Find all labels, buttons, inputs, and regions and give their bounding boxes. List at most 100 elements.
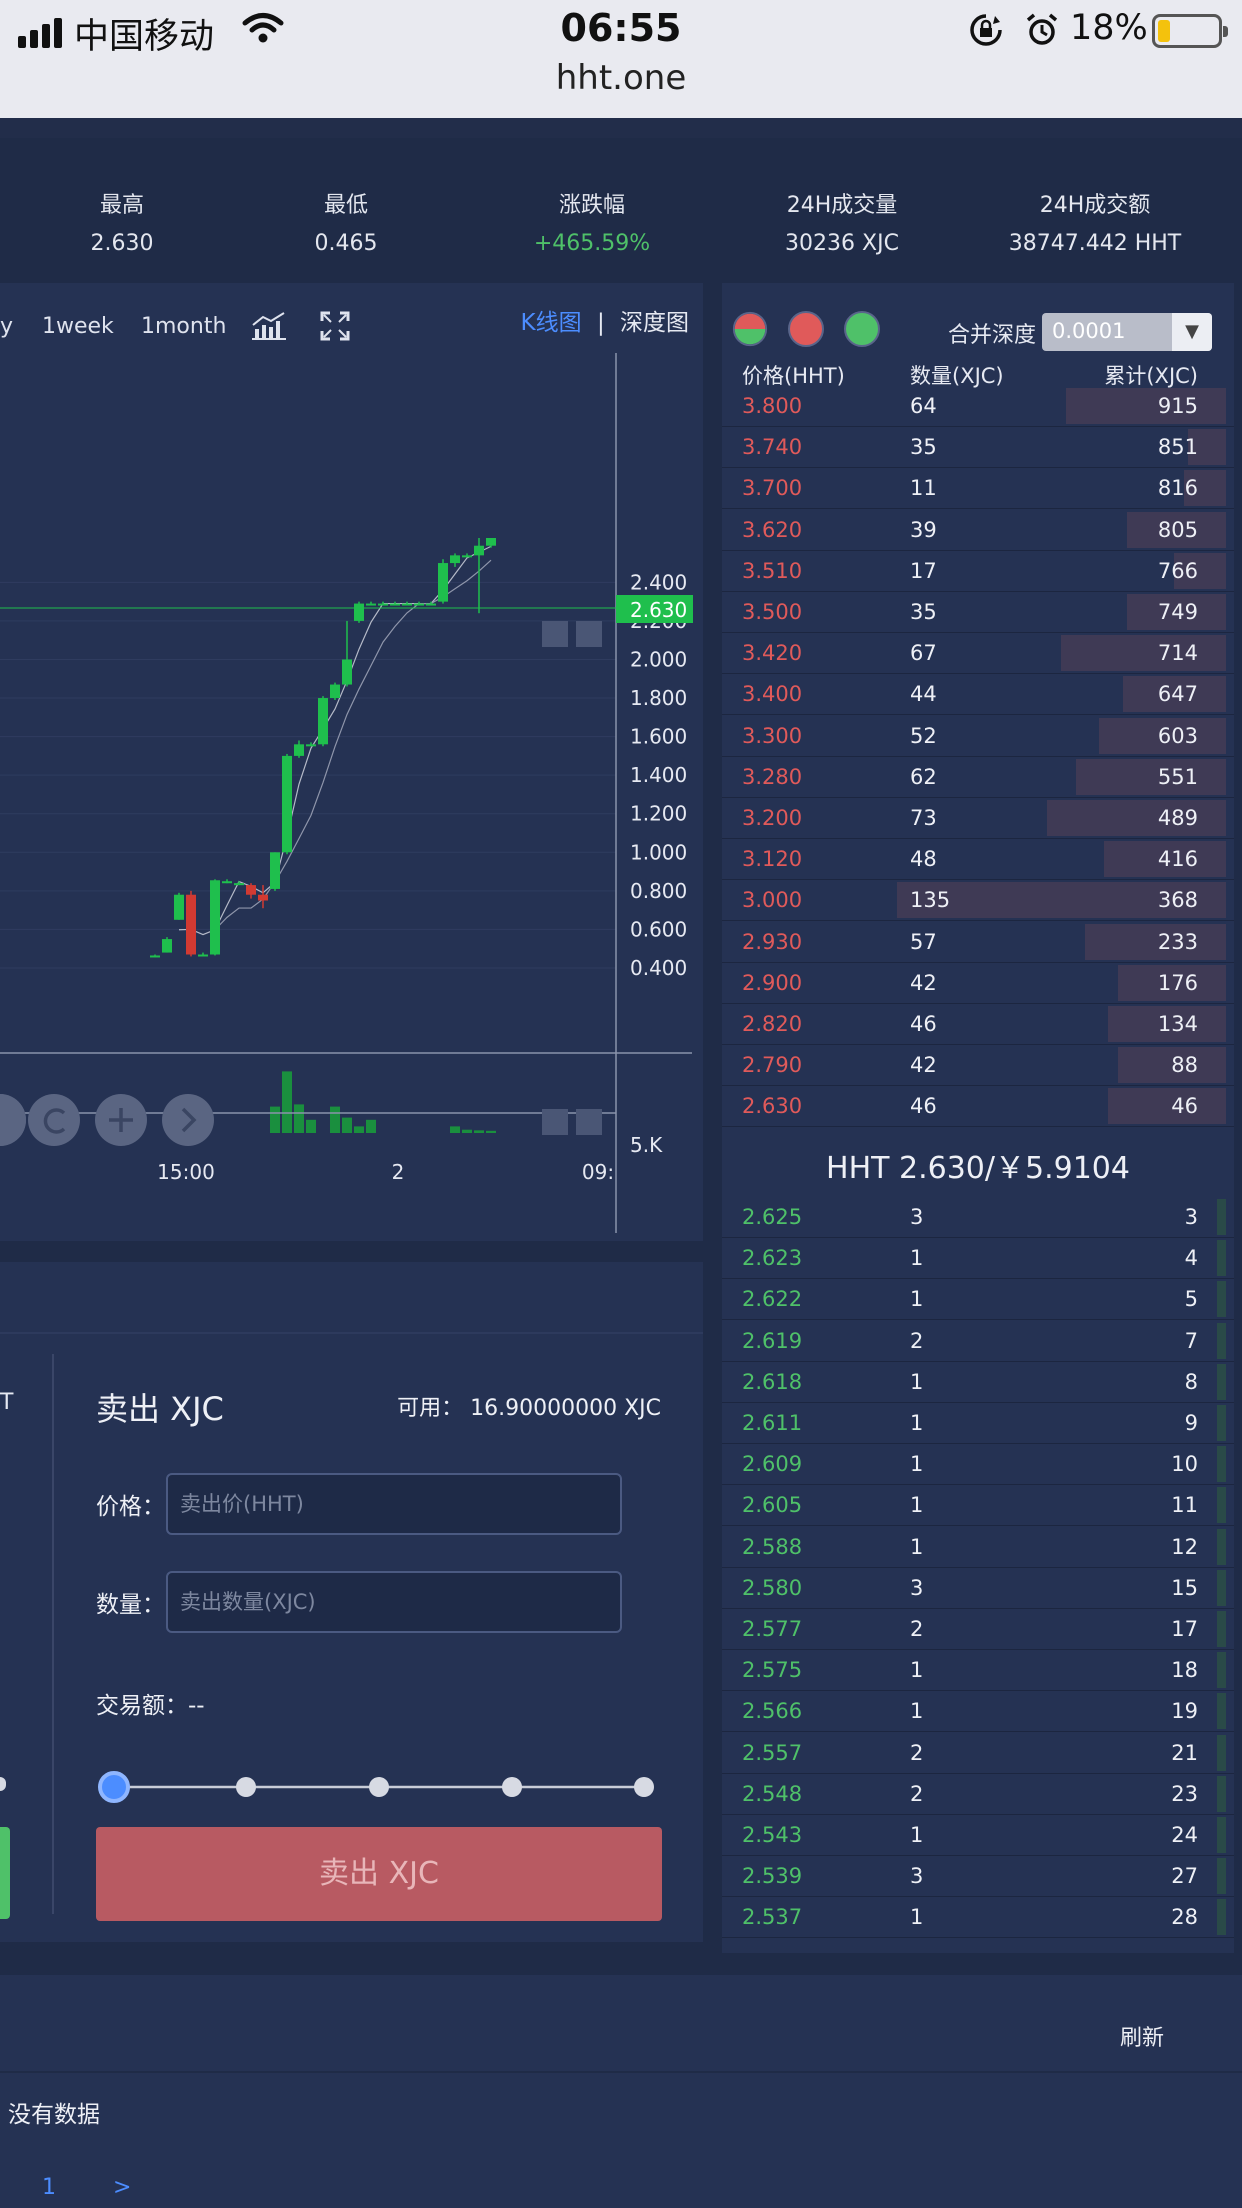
bid-row[interactable]: 2.618 1 8 — [722, 1362, 1234, 1403]
candle-body — [318, 698, 328, 745]
marker-down-icon[interactable] — [542, 621, 568, 647]
header-band — [0, 118, 1242, 138]
bid-total: 28 — [1171, 1905, 1198, 1930]
bid-row[interactable]: 2.619 2 7 — [722, 1321, 1234, 1362]
ask-amount: 62 — [910, 764, 937, 789]
page-1[interactable]: 1 — [42, 2175, 56, 2200]
bid-row[interactable]: 2.539 3 27 — [722, 1856, 1234, 1898]
bid-depth-bar — [1217, 1199, 1226, 1235]
bid-amount: 1 — [910, 1369, 924, 1394]
bid-row[interactable]: 2.588 1 12 — [722, 1527, 1234, 1568]
ask-row[interactable]: 3.400 44 647 — [722, 674, 1234, 716]
tab-kline[interactable]: K线图 — [521, 310, 582, 336]
amount-slider[interactable] — [92, 1767, 664, 1807]
period-day[interactable]: y — [0, 314, 13, 339]
bid-depth-bar — [1217, 1405, 1226, 1441]
bid-price: 2.575 — [742, 1658, 803, 1683]
bid-amount: 3 — [910, 1205, 924, 1229]
ask-row[interactable]: 3.800 64 915 — [722, 386, 1234, 427]
slider-stop-50 — [369, 1777, 389, 1797]
sell-quantity-input[interactable] — [166, 1571, 622, 1633]
ask-row[interactable]: 2.790 42 88 — [722, 1045, 1234, 1087]
chevron-down-icon[interactable]: ▼ — [1172, 313, 1212, 351]
url-bar[interactable]: hht.one — [0, 58, 1242, 98]
ask-amount: 35 — [910, 600, 937, 624]
depth-select[interactable]: 0.0001 ▼ — [1042, 313, 1212, 351]
period-1week[interactable]: 1week — [42, 314, 114, 339]
bid-amount: 2 — [910, 1328, 924, 1353]
ask-row[interactable]: 3.300 52 603 — [722, 716, 1234, 757]
ask-row[interactable]: 2.820 46 134 — [722, 1004, 1234, 1045]
ask-row[interactable]: 3.120 48 416 — [722, 839, 1234, 881]
marker-up-icon-2[interactable] — [576, 1109, 602, 1135]
bid-row[interactable]: 2.580 3 15 — [722, 1568, 1234, 1609]
bid-price: 2.588 — [742, 1534, 803, 1559]
ask-amount: 35 — [910, 435, 937, 460]
bid-depth-bar — [1217, 1693, 1226, 1730]
view-both-icon[interactable] — [732, 311, 768, 347]
chart-zoom-controls — [0, 1094, 214, 1146]
ask-depth-bar — [1061, 635, 1226, 672]
next-page-button[interactable]: > — [113, 2175, 131, 2200]
ask-row[interactable]: 3.000 135 368 — [722, 880, 1234, 922]
bid-row[interactable]: 2.543 1 24 — [722, 1815, 1234, 1856]
sell-price-input[interactable] — [166, 1473, 622, 1535]
ask-row[interactable]: 3.500 35 749 — [722, 592, 1234, 633]
bid-amount: 1 — [910, 1411, 924, 1435]
bid-row[interactable]: 2.622 1 5 — [722, 1279, 1234, 1321]
ask-row[interactable]: 3.200 73 489 — [722, 798, 1234, 839]
period-1month[interactable]: 1month — [141, 314, 226, 339]
bid-row[interactable]: 2.557 2 21 — [722, 1733, 1234, 1774]
view-asks-icon[interactable] — [788, 311, 824, 347]
volume-bar — [270, 1106, 280, 1133]
bid-row[interactable]: 2.625 3 3 — [722, 1197, 1234, 1238]
bid-total: 9 — [1184, 1411, 1198, 1435]
bid-row[interactable]: 2.623 1 4 — [722, 1238, 1234, 1280]
bid-price: 2.539 — [742, 1864, 803, 1889]
ask-row[interactable]: 3.280 62 551 — [722, 757, 1234, 798]
alarm-icon — [1026, 13, 1058, 45]
bid-row[interactable]: 2.609 1 10 — [722, 1444, 1234, 1486]
indicator-icon[interactable] — [250, 311, 288, 341]
bid-total: 5 — [1184, 1287, 1198, 1312]
ask-row[interactable]: 3.510 17 766 — [722, 551, 1234, 592]
ask-row[interactable]: 3.420 67 714 — [722, 633, 1234, 675]
ask-row[interactable]: 3.700 11 816 — [722, 468, 1234, 510]
candle-body — [150, 955, 160, 958]
bid-row[interactable]: 2.537 1 28 — [722, 1897, 1234, 1939]
candle-body — [162, 939, 172, 953]
refresh-icon[interactable] — [28, 1094, 80, 1146]
bid-row[interactable]: 2.611 1 9 — [722, 1403, 1234, 1444]
kline-chart[interactable]: 2.4002.2002.0001.8001.6001.4001.2001.000… — [0, 353, 703, 1233]
bid-price: 2.605 — [742, 1493, 803, 1518]
view-bids-icon[interactable] — [844, 311, 880, 347]
bid-row[interactable]: 2.566 1 19 — [722, 1691, 1234, 1733]
bid-total: 3 — [1184, 1205, 1198, 1229]
fullscreen-icon[interactable] — [320, 311, 350, 341]
ask-row[interactable]: 3.620 39 805 — [722, 510, 1234, 551]
candles — [150, 538, 496, 958]
bid-row[interactable]: 2.548 2 23 — [722, 1774, 1234, 1815]
ask-amount: 57 — [910, 929, 937, 954]
ask-row[interactable]: 3.740 35 851 — [722, 427, 1234, 469]
refresh-button[interactable]: 刷新 — [1120, 2020, 1164, 2052]
ask-row[interactable]: 2.900 42 176 — [722, 963, 1234, 1004]
next-icon[interactable] — [162, 1094, 214, 1146]
tab-depth[interactable]: 深度图 — [620, 310, 689, 336]
ask-amount: 44 — [910, 682, 937, 707]
bid-row[interactable]: 2.575 1 18 — [722, 1650, 1234, 1692]
ask-row[interactable]: 2.630 46 46 — [722, 1086, 1234, 1128]
bid-total: 18 — [1171, 1658, 1198, 1683]
sell-button[interactable]: 卖出 XJC — [96, 1827, 662, 1921]
prev-icon[interactable] — [0, 1094, 26, 1146]
buy-button-fragment[interactable] — [0, 1827, 10, 1919]
ask-total: 749 — [1157, 600, 1198, 624]
bid-depth-bar — [1217, 1487, 1226, 1524]
bid-row[interactable]: 2.577 2 17 — [722, 1609, 1234, 1650]
marker-up-icon[interactable] — [542, 1109, 568, 1135]
ask-row[interactable]: 2.930 57 233 — [722, 922, 1234, 963]
bid-row[interactable]: 2.605 1 11 — [722, 1485, 1234, 1527]
volume-bar — [462, 1129, 472, 1133]
marker-down-icon-2[interactable] — [576, 621, 602, 647]
candle-body — [378, 603, 388, 606]
